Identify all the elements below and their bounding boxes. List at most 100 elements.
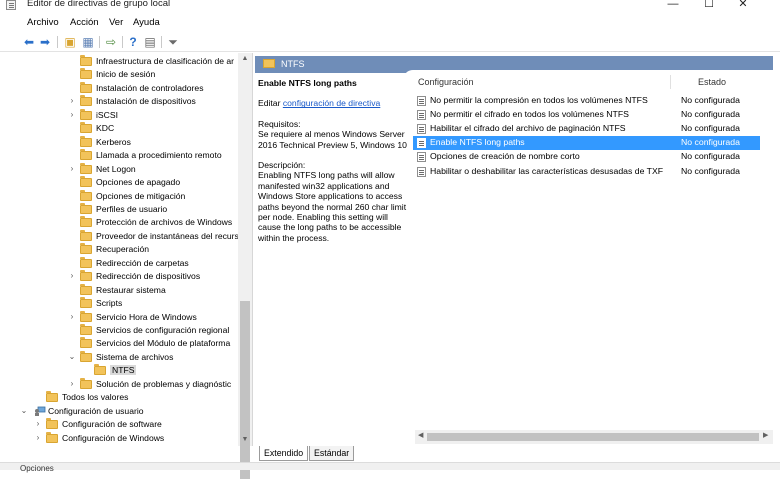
tree-item-label: NTFS — [110, 365, 137, 376]
expand-chevron-icon[interactable]: › — [34, 419, 42, 428]
tree-item[interactable]: ⌄ Sistema de archivos — [20, 350, 240, 364]
tree-item[interactable]: Inicio de sesión — [20, 68, 240, 81]
scroll-up-arrow-icon[interactable]: ▲ — [238, 53, 252, 65]
policy-editor-icon — [6, 0, 16, 10]
tree-item[interactable]: Todos los valores — [20, 391, 240, 404]
list-item[interactable]: No permitir el cifrado en todos los volú… — [413, 108, 760, 122]
tree-item[interactable]: Servicios de configuración regional — [20, 324, 240, 337]
edit-prefix: Editar — [258, 98, 281, 109]
tree-item-label: Scripts — [96, 298, 123, 309]
expand-chevron-icon[interactable]: › — [68, 110, 76, 119]
tree-item[interactable]: › Configuración de software — [20, 418, 240, 431]
list-horizontal-scrollbar[interactable]: ◀ ▶ — [415, 430, 773, 444]
list-item[interactable]: Opciones de creación de nombre corto No c… — [413, 150, 760, 164]
policy-setting-icon — [417, 124, 426, 135]
tree-item-label: Infraestructura de clasificación de ar — [96, 56, 235, 66]
show-hide-tree-icon[interactable]: ▦ — [81, 35, 95, 49]
tree-item[interactable]: Redirección de carpetas — [20, 256, 240, 270]
tree-item[interactable]: › Net Logon — [20, 162, 240, 176]
tree-item[interactable]: › Solución de problemas y diagnóstic — [20, 377, 240, 391]
list-item[interactable]: Habilitar el cifrado del archivo de pagi… — [413, 122, 760, 136]
properties-icon[interactable]: ▤ — [143, 35, 157, 49]
expand-chevron-icon[interactable]: › — [68, 96, 76, 105]
status-bar: Opciones — [0, 462, 780, 473]
expand-chevron-icon[interactable]: › — [68, 271, 76, 280]
tree-item-label: Instalación de controladores — [96, 82, 204, 93]
policy-setting-icon — [417, 96, 426, 106]
tree-item-label: iSCSI — [96, 109, 118, 120]
tree-item[interactable]: ⌄ Configuración de usuario — [20, 405, 240, 418]
expand-chevron-icon[interactable]: › — [68, 164, 76, 173]
edit-policy-link[interactable]: configuración de directiva — [283, 98, 380, 108]
tab-estandar[interactable]: Estándar — [309, 446, 355, 461]
tab-extendido[interactable]: Extendido — [259, 446, 309, 461]
toolbar-separator — [161, 36, 162, 48]
description-label: Descripción: — [258, 160, 306, 171]
column-header-configuracion[interactable]: Configuración — [418, 77, 474, 87]
tree-item[interactable]: › Configuración de Windows — [20, 431, 240, 445]
tree-item[interactable]: Instalación de controladores — [20, 81, 240, 95]
scroll-thumb[interactable] — [240, 301, 250, 479]
tree-item-label: Todos los valores — [62, 392, 129, 403]
scroll-left-arrow-icon[interactable]: ◀ — [418, 431, 423, 439]
folder-icon — [94, 364, 106, 376]
setting-name: Opciones de creación de nombre corto — [430, 151, 580, 162]
tree-item-label: Perfiles de usuario — [96, 203, 168, 214]
tree-item[interactable]: Restaurar sistema — [20, 283, 240, 297]
requirements-text: Se requiere al menos Windows Server 2016… — [258, 129, 407, 150]
folder-icon — [80, 350, 92, 362]
folder-icon — [80, 162, 92, 174]
tree-item[interactable]: KDC — [20, 122, 240, 135]
tree-item[interactable]: Llamada a procedimiento remoto — [20, 149, 240, 162]
collapse-chevron-icon[interactable]: ⌄ — [20, 406, 28, 415]
help-icon[interactable]: ? — [126, 35, 140, 49]
tree-item[interactable]: Protección de archivos de Windows — [20, 216, 240, 229]
collapse-chevron-icon[interactable]: ⌄ — [68, 352, 76, 361]
tree-item[interactable]: NTFS — [20, 364, 240, 377]
minimize-button[interactable]: — — [655, 0, 691, 11]
back-arrow-icon[interactable]: ⬅ — [22, 35, 36, 49]
list-item[interactable]: No permitir la compresión en todos los v… — [413, 94, 760, 108]
filter-icon[interactable]: ⏷ — [166, 35, 180, 49]
menu-archivo[interactable]: Archivo — [27, 17, 59, 28]
extended-description: Enable NTFS long paths Editar configurac… — [258, 78, 410, 243]
column-separator[interactable] — [670, 75, 671, 89]
list-item[interactable]: Enable NTFS long paths No configurada — [413, 136, 760, 151]
expand-chevron-icon[interactable]: › — [68, 312, 76, 321]
tree-item[interactable]: Scripts — [20, 297, 240, 310]
tree-item[interactable]: › iSCSI — [20, 108, 240, 122]
scroll-right-arrow-icon[interactable]: ▶ — [763, 431, 768, 439]
tree-vertical-scrollbar[interactable]: ▲ ▼ — [238, 53, 252, 479]
forward-arrow-icon[interactable]: ➡ — [38, 35, 52, 49]
tree-item[interactable]: Servicios del Módulo de plataforma — [20, 337, 240, 350]
menu-accion[interactable]: Acción — [70, 17, 99, 28]
maximize-button[interactable]: ☐ — [691, 0, 727, 11]
expand-chevron-icon[interactable]: › — [68, 379, 76, 388]
menu-ver[interactable]: Ver — [109, 17, 123, 28]
folder-icon — [80, 297, 92, 309]
close-button[interactable]: ✕ — [725, 0, 761, 11]
tree-item[interactable]: Opciones de apagado — [20, 176, 240, 189]
tree-item[interactable]: › Redirección de dispositivos — [20, 270, 240, 283]
column-header-estado[interactable]: Estado — [698, 77, 726, 87]
requirements-label: Requisitos: — [258, 118, 301, 129]
up-folder-icon[interactable]: ▣ — [63, 35, 77, 49]
list-item[interactable]: Habilitar o deshabilitar las característ… — [413, 165, 760, 179]
policy-setting-icon — [417, 110, 426, 121]
tree-item[interactable]: Perfiles de usuario — [20, 202, 240, 216]
tree-item[interactable]: Proveedor de instantáneas del recurs — [20, 229, 240, 243]
folder-icon — [80, 135, 92, 147]
tree-item[interactable]: › Servicio Hora de Windows — [20, 310, 240, 324]
setting-title: Enable NTFS long paths — [258, 78, 357, 88]
scroll-down-arrow-icon[interactable]: ▼ — [238, 434, 252, 446]
setting-name: No permitir el cifrado en todos los volú… — [430, 109, 629, 120]
export-list-icon[interactable]: ⇨ — [104, 35, 118, 49]
tree-item[interactable]: › Instalación de dispositivos — [20, 95, 240, 108]
tree-item[interactable]: Infraestructura de clasificación de ar — [20, 55, 240, 68]
tree-item[interactable]: Opciones de mitigación — [20, 189, 240, 203]
tree-item[interactable]: Kerberos — [20, 135, 240, 149]
scroll-thumb[interactable] — [427, 433, 759, 441]
menu-ayuda[interactable]: Ayuda — [133, 17, 160, 28]
tree-item[interactable]: Recuperación — [20, 243, 240, 256]
expand-chevron-icon[interactable]: › — [34, 433, 42, 442]
